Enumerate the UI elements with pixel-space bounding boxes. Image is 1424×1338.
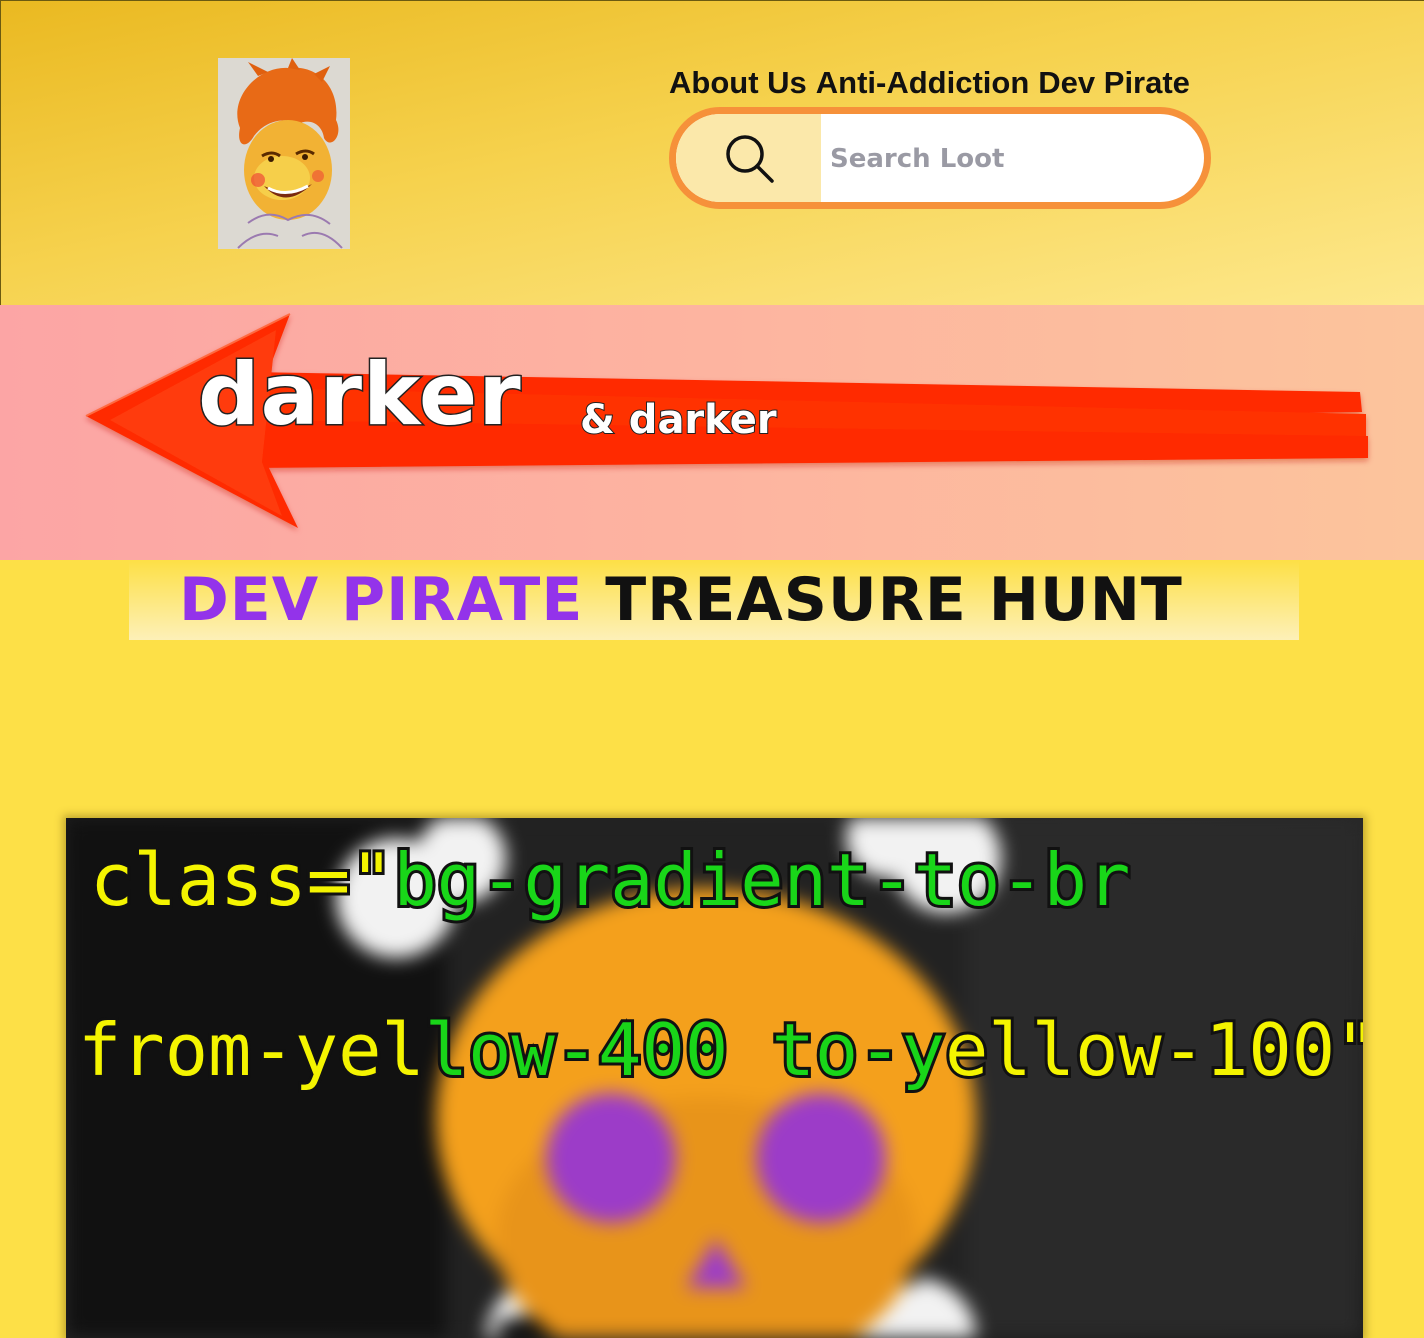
code-to-part: ellow-100" — [942, 1008, 1363, 1092]
skull-card: class="bg-gradient-to-br from-yellow-400… — [66, 818, 1363, 1338]
code-from-part: from-yel — [75, 1008, 428, 1092]
code-mid-part: low-400 to-y — [422, 1008, 948, 1092]
title-part-dev-pirate: DEV PIRATE — [179, 565, 584, 635]
code-line-2: from-yellow-400 to-yellow-100" — [75, 1011, 1363, 1089]
code-gradient-direction: bg-gradient-to-br — [390, 838, 1133, 922]
code-line-1: class="bg-gradient-to-br — [87, 841, 1133, 919]
code-class-attr: class=" — [87, 838, 396, 922]
darker-headline: darker — [197, 345, 523, 445]
page-title: DEV PIRATE TREASURE HUNT — [179, 567, 1183, 633]
title-part-treasure-hunt: TREASURE HUNT — [605, 565, 1183, 635]
darker-subtext: & darker — [579, 397, 778, 443]
title-section: DEV PIRATE TREASURE HUNT — [129, 561, 1299, 640]
left-arrow-icon — [85, 313, 1368, 528]
